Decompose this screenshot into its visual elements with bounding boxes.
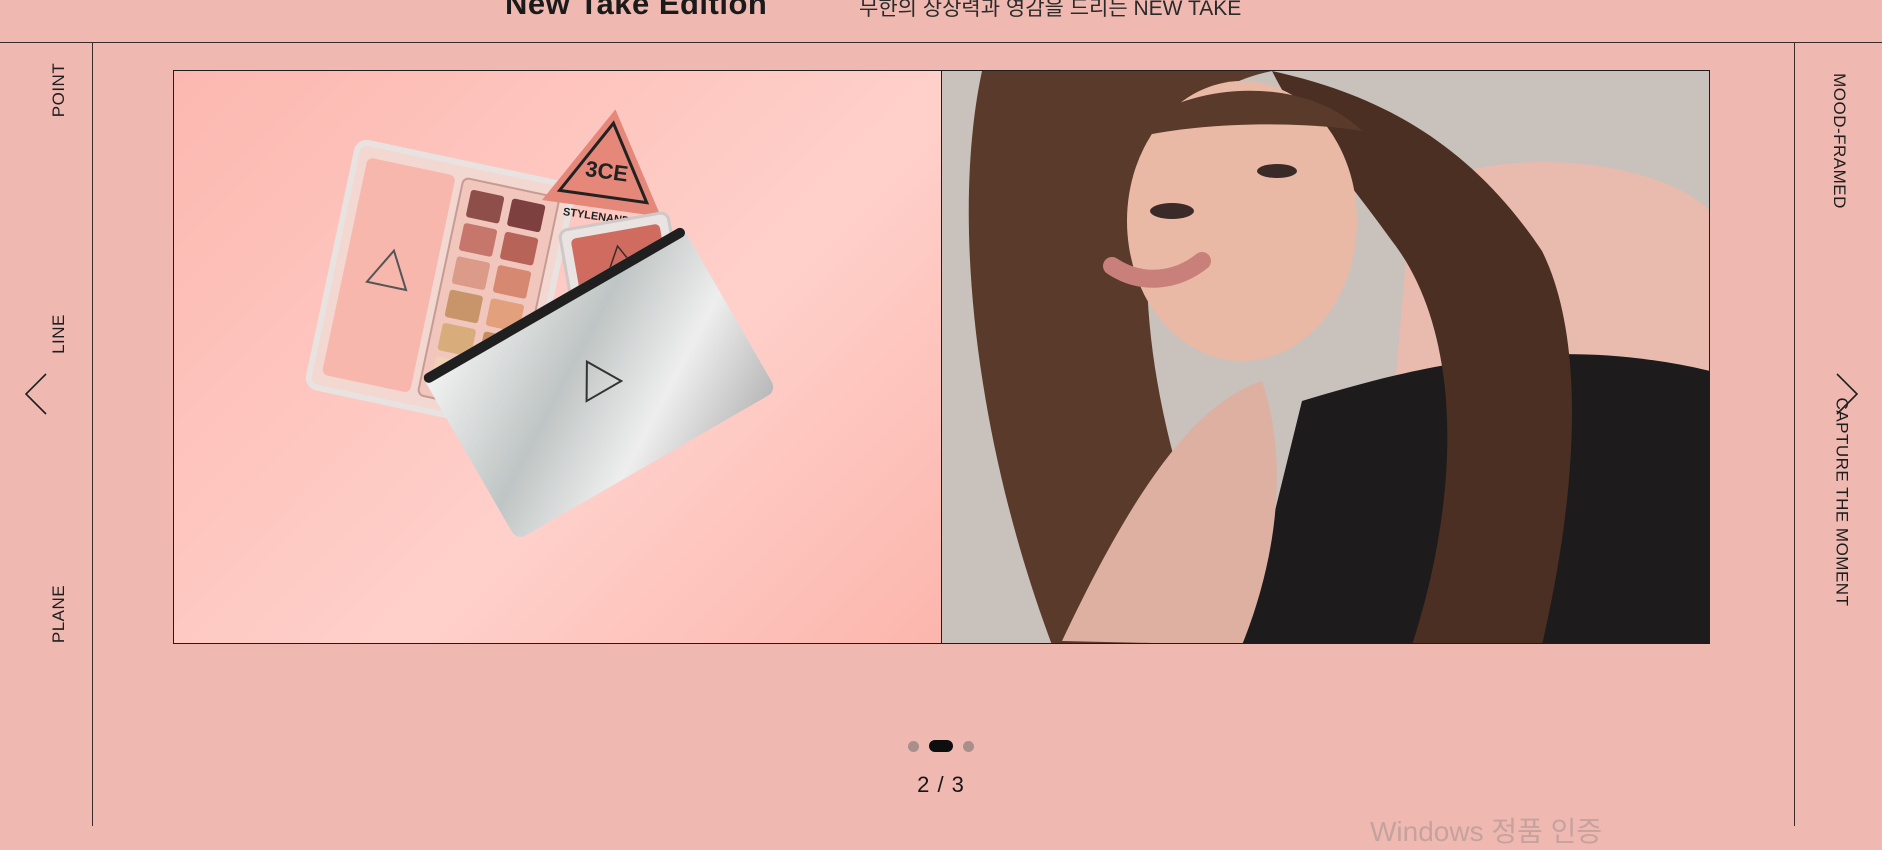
section-title: New Take Edition [505,0,768,21]
label-point[interactable]: POINT [49,63,69,117]
carousel-slide[interactable]: 3CE STYLENANDA [173,70,1710,644]
pagination-dot-3[interactable] [963,740,974,752]
right-side-rail: MOOD-FRAMED CAPTURE THE MOMENT [1794,42,1882,826]
section-subtitle: 무한의 상상력과 영감을 드리는 NEW TAKE [859,0,1242,20]
label-capture-the-moment[interactable]: CAPTURE THE MOMENT [1831,398,1851,607]
page-header: New Take Edition 무한의 상상력과 영감을 드리는 NEW TA… [0,0,1882,43]
label-line[interactable]: LINE [49,314,69,354]
carousel-pagination [0,740,1882,752]
label-plane[interactable]: PLANE [49,585,69,643]
chevron-left-icon [24,373,47,415]
pagination-dot-1[interactable] [908,740,919,752]
product-illustration: 3CE STYLENANDA [305,109,774,537]
model-illustration [942,71,1709,643]
next-slide-button[interactable] [1825,364,1869,424]
pagination-dot-2-active[interactable] [929,740,953,752]
left-side-rail: POINT LINE PLANE [0,42,93,826]
slide-counter: 2 / 3 [917,772,965,797]
model-image [942,71,1709,643]
windows-activation-watermark: Windows 정품 인증 [1370,816,1603,847]
product-image: 3CE STYLENANDA [174,71,942,643]
prev-slide-button[interactable] [14,364,58,424]
label-mood-framed[interactable]: MOOD-FRAMED [1829,73,1849,209]
chevron-right-icon [1836,373,1859,415]
